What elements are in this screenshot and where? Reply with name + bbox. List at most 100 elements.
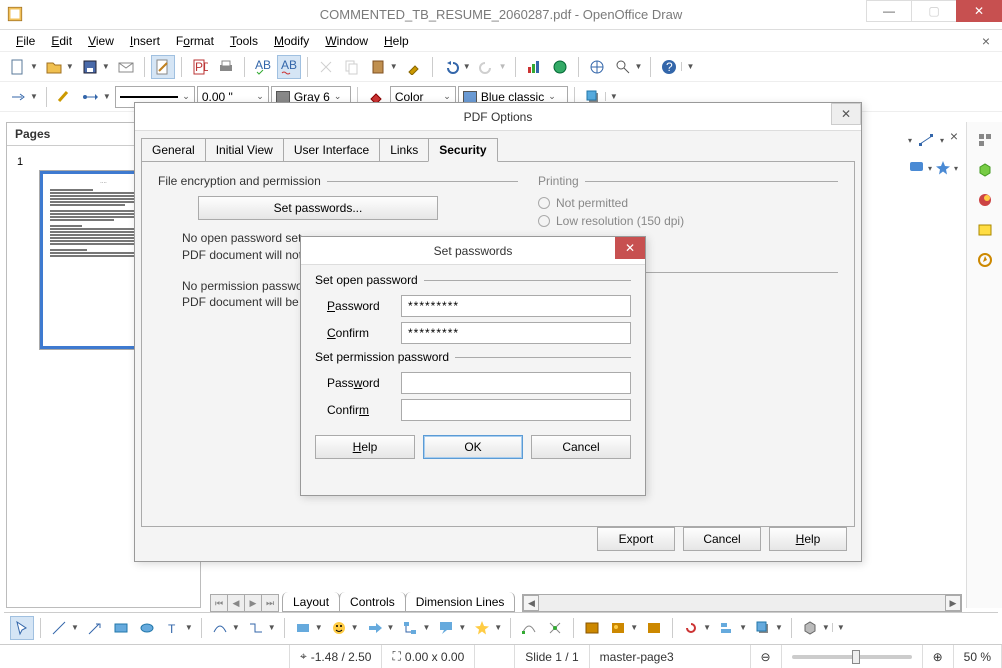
properties-icon[interactable] — [973, 128, 997, 152]
rotate-icon[interactable] — [679, 616, 703, 640]
maximize-button[interactable]: ▢ — [911, 0, 957, 22]
navigator-side-icon[interactable] — [973, 248, 997, 272]
ff-dd[interactable]: ▼ — [630, 623, 640, 632]
basic-shapes-icon[interactable] — [291, 616, 315, 640]
ba-dd[interactable]: ▼ — [387, 623, 397, 632]
zoom-dropdown[interactable]: ▼ — [635, 62, 645, 71]
co-dd[interactable]: ▼ — [458, 623, 468, 632]
fc-dd[interactable]: ▼ — [422, 623, 432, 632]
zoom-value[interactable]: 50 % — [954, 645, 1002, 668]
new-dropdown[interactable]: ▼ — [30, 62, 40, 71]
tab-nav-last[interactable]: ⏭ — [261, 594, 279, 612]
pdf-options-close-icon[interactable]: ✕ — [831, 103, 861, 125]
symbol-shapes-icon[interactable] — [327, 616, 351, 640]
tab-security[interactable]: Security — [428, 138, 497, 162]
autospellcheck-icon[interactable]: ABC — [277, 55, 301, 79]
chart-icon[interactable] — [522, 55, 546, 79]
tab-controls[interactable]: Controls — [339, 592, 406, 612]
st-dd[interactable]: ▼ — [494, 623, 504, 632]
new-icon[interactable] — [6, 55, 30, 79]
connector-tool-icon[interactable] — [244, 616, 268, 640]
tab-nav-next[interactable]: ▶ — [244, 594, 262, 612]
save-icon[interactable] — [78, 55, 102, 79]
email-icon[interactable] — [114, 55, 138, 79]
curve-dd[interactable]: ▼ — [232, 623, 242, 632]
line-style-icon[interactable] — [53, 85, 77, 109]
comment-icon[interactable] — [908, 156, 926, 180]
insert-connector-icon[interactable] — [914, 128, 938, 152]
open-password-input[interactable] — [401, 295, 631, 317]
line-dd[interactable]: ▼ — [71, 623, 81, 632]
pdfopts-help-button[interactable]: Help — [769, 527, 847, 551]
arrow-style-dropdown[interactable]: ▼ — [30, 92, 40, 101]
text-tool-icon[interactable]: T — [161, 616, 185, 640]
minimize-button[interactable]: — — [866, 0, 912, 22]
tab-user-interface[interactable]: User Interface — [283, 138, 380, 162]
menu-window[interactable]: Window — [317, 32, 376, 50]
panel-dd-2b[interactable]: ▾ — [954, 164, 958, 173]
arrange-icon[interactable] — [751, 616, 775, 640]
export-pdf-icon[interactable]: PDF — [188, 55, 212, 79]
ar-dd[interactable]: ▼ — [775, 623, 785, 632]
undo-dropdown[interactable]: ▼ — [463, 62, 473, 71]
menu-help[interactable]: Help — [376, 32, 417, 50]
navigator-icon[interactable] — [585, 55, 609, 79]
rot-dd[interactable]: ▼ — [703, 623, 713, 632]
export-button[interactable]: Export — [597, 527, 675, 551]
cut-icon[interactable] — [314, 55, 338, 79]
block-arrows-icon[interactable] — [363, 616, 387, 640]
toolbar-overflow[interactable]: ▼ — [681, 62, 696, 71]
connector-dd[interactable]: ▼ — [268, 623, 278, 632]
panel-dd-1b[interactable]: ▾ — [940, 136, 944, 145]
set-passwords-button[interactable]: Set passwords... — [198, 196, 438, 220]
rectangle-tool-icon[interactable] — [109, 616, 133, 640]
set-passwords-close-icon[interactable]: ✕ — [615, 237, 645, 259]
perm-confirm-input[interactable] — [401, 399, 631, 421]
document-close-icon[interactable]: × — [978, 33, 994, 49]
format-paintbrush-icon[interactable] — [402, 55, 426, 79]
hyperlink-icon[interactable] — [548, 55, 572, 79]
open-icon[interactable] — [42, 55, 66, 79]
menu-modify[interactable]: Modify — [266, 32, 317, 50]
menu-tools[interactable]: Tools — [222, 32, 266, 50]
menu-format[interactable]: Format — [168, 32, 222, 50]
tab-general[interactable]: General — [141, 138, 206, 162]
save-dropdown[interactable]: ▼ — [102, 62, 112, 71]
curve-tool-icon[interactable] — [208, 616, 232, 640]
gallery-btn-icon[interactable] — [642, 616, 666, 640]
gallery-icon[interactable] — [973, 218, 997, 242]
text-dd[interactable]: ▼ — [185, 623, 195, 632]
menu-view[interactable]: View — [80, 32, 122, 50]
tab-nav-prev[interactable]: ◀ — [227, 594, 245, 612]
open-confirm-input[interactable] — [401, 322, 631, 344]
menu-insert[interactable]: Insert — [122, 32, 168, 50]
line-tool-icon[interactable] — [47, 616, 71, 640]
paste-icon[interactable] — [366, 55, 390, 79]
open-dropdown[interactable]: ▼ — [66, 62, 76, 71]
paste-dropdown[interactable]: ▼ — [390, 62, 400, 71]
points-edit-icon[interactable] — [517, 616, 541, 640]
help-icon[interactable]: ? — [657, 55, 681, 79]
tab-nav-first[interactable]: ⏮ — [210, 594, 228, 612]
menu-edit[interactable]: Edit — [43, 32, 80, 50]
setpwd-help-button[interactable]: Help — [315, 435, 415, 459]
bs-dd[interactable]: ▼ — [315, 623, 325, 632]
copy-icon[interactable] — [340, 55, 364, 79]
extrusion-icon[interactable] — [798, 616, 822, 640]
select-icon[interactable] — [10, 616, 34, 640]
pdfopts-cancel-button[interactable]: Cancel — [683, 527, 761, 551]
horizontal-scrollbar[interactable]: ◀▶ — [522, 594, 962, 612]
fontwork-icon[interactable] — [580, 616, 604, 640]
redo-icon[interactable] — [475, 55, 499, 79]
tab-links[interactable]: Links — [379, 138, 429, 162]
tab-initial-view[interactable]: Initial View — [205, 138, 284, 162]
styles-icon[interactable] — [973, 188, 997, 212]
panel-dd-2[interactable]: ▾ — [928, 164, 932, 173]
from-file-icon[interactable] — [606, 616, 630, 640]
line-endpoints-icon[interactable] — [79, 85, 103, 109]
ss-dd[interactable]: ▼ — [351, 623, 361, 632]
menu-file[interactable]: File — [8, 32, 43, 50]
ex-dd[interactable]: ▼ — [822, 623, 832, 632]
tab-layout[interactable]: Layout — [282, 592, 340, 612]
print-icon[interactable] — [214, 55, 238, 79]
